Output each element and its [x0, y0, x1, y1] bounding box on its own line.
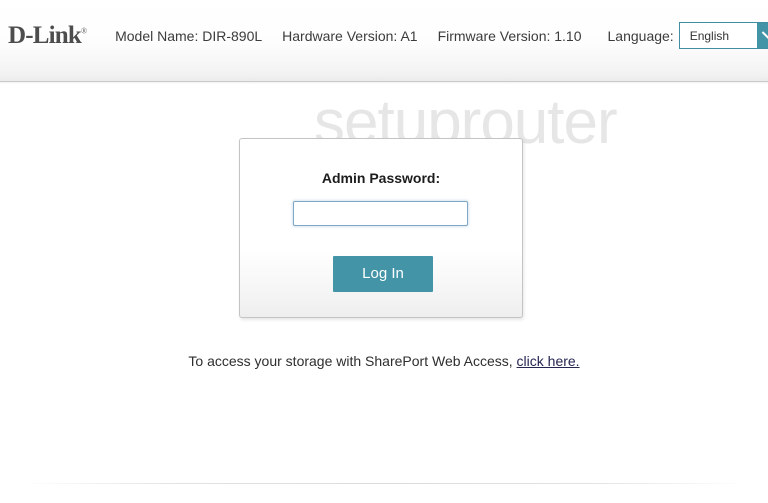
login-page: D-Link® Model Name: DIR-890L Hardware Ve…	[0, 0, 768, 503]
header-content: D-Link® Model Name: DIR-890L Hardware Ve…	[0, 0, 768, 71]
bottom-divider	[20, 483, 748, 484]
dlink-logo-text: D-Link	[8, 22, 82, 49]
admin-password-field-wrapper[interactable]	[293, 201, 468, 226]
model-name-label: Model Name: DIR-890L	[115, 27, 263, 44]
admin-password-label: Admin Password:	[321, 170, 441, 186]
language-dropdown-button[interactable]	[756, 23, 768, 48]
language-select[interactable]: English	[678, 22, 768, 49]
shareport-click-here-link[interactable]: click here.	[517, 353, 580, 369]
login-panel: Admin Password: Log In	[239, 138, 523, 318]
header-bar: D-Link® Model Name: DIR-890L Hardware Ve…	[0, 0, 768, 84]
shareport-note-text: To access your storage with SharePort We…	[188, 353, 513, 369]
language-label: Language:	[607, 27, 674, 44]
shareport-note: To access your storage with SharePort We…	[0, 354, 768, 368]
language-selector: Language: English	[608, 22, 768, 49]
firmware-version-label: Firmware Version: 1.10	[437, 27, 582, 44]
registered-trademark-icon: ®	[81, 26, 88, 36]
admin-password-input[interactable]	[294, 202, 467, 225]
language-selected-value: English	[689, 28, 730, 43]
chevron-down-icon	[761, 24, 768, 41]
hardware-version-label: Hardware Version: A1	[282, 27, 418, 44]
dlink-logo: D-Link®	[8, 23, 87, 48]
device-info: Model Name: DIR-890L Hardware Version: A…	[115, 29, 601, 43]
log-in-button[interactable]: Log In	[333, 256, 433, 292]
